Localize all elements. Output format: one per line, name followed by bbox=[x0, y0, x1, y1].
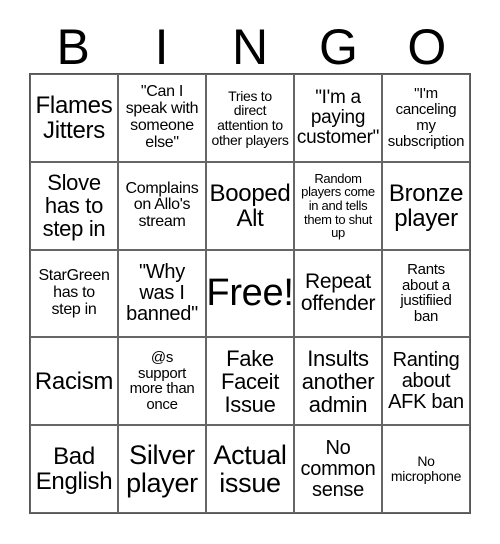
bingo-cell[interactable]: Flames Jitters bbox=[30, 74, 118, 162]
bingo-grid: Flames Jitters "Can I speak with someone … bbox=[29, 73, 471, 514]
header-letter-b: B bbox=[56, 19, 90, 75]
header-letter-n: N bbox=[231, 19, 269, 75]
bingo-cell[interactable]: "Why was I banned" bbox=[118, 249, 206, 338]
bingo-cell[interactable]: Repeat offender bbox=[294, 249, 382, 338]
bingo-header: B I N G O bbox=[29, 22, 471, 72]
bingo-cell[interactable]: Random players come in and tells them to… bbox=[294, 161, 382, 250]
bingo-cell[interactable]: Tries to direct attention to other playe… bbox=[206, 74, 294, 162]
bingo-cell[interactable]: "Can I speak with someone else" bbox=[118, 74, 206, 162]
bingo-cell[interactable]: No common sense bbox=[294, 425, 382, 513]
bingo-cell[interactable]: StarGreen has to step in bbox=[30, 249, 118, 338]
free-space-cell[interactable]: Free! bbox=[206, 249, 294, 338]
bingo-cell[interactable]: Actual issue bbox=[206, 425, 294, 513]
bingo-cell[interactable]: Booped Alt bbox=[206, 161, 294, 250]
bingo-cell[interactable]: No microphone bbox=[382, 425, 470, 513]
bingo-cell[interactable]: Slove has to step in bbox=[30, 161, 118, 250]
bingo-cell[interactable]: Ranting about AFK ban bbox=[382, 337, 470, 426]
bingo-cell[interactable]: Fake Faceit Issue bbox=[206, 337, 294, 426]
bingo-cell[interactable]: "I'm a paying customer" bbox=[294, 74, 382, 162]
header-letter-g: G bbox=[318, 19, 358, 75]
bingo-cell[interactable]: Insults another admin bbox=[294, 337, 382, 426]
bingo-cell[interactable]: Rants about a justifiied ban bbox=[382, 249, 470, 338]
bingo-cell[interactable]: "I'm canceling my subscription bbox=[382, 74, 470, 162]
bingo-cell[interactable]: Bronze player bbox=[382, 161, 470, 250]
bingo-cell[interactable]: Racism bbox=[30, 337, 118, 426]
bingo-cell[interactable]: @s support more than once bbox=[118, 337, 206, 426]
bingo-cell[interactable]: Complains on Allo's stream bbox=[118, 161, 206, 250]
bingo-cell[interactable]: Silver player bbox=[118, 425, 206, 513]
header-letter-i: I bbox=[154, 19, 169, 75]
header-letter-o: O bbox=[407, 19, 447, 75]
bingo-cell[interactable]: Bad English bbox=[30, 425, 118, 513]
